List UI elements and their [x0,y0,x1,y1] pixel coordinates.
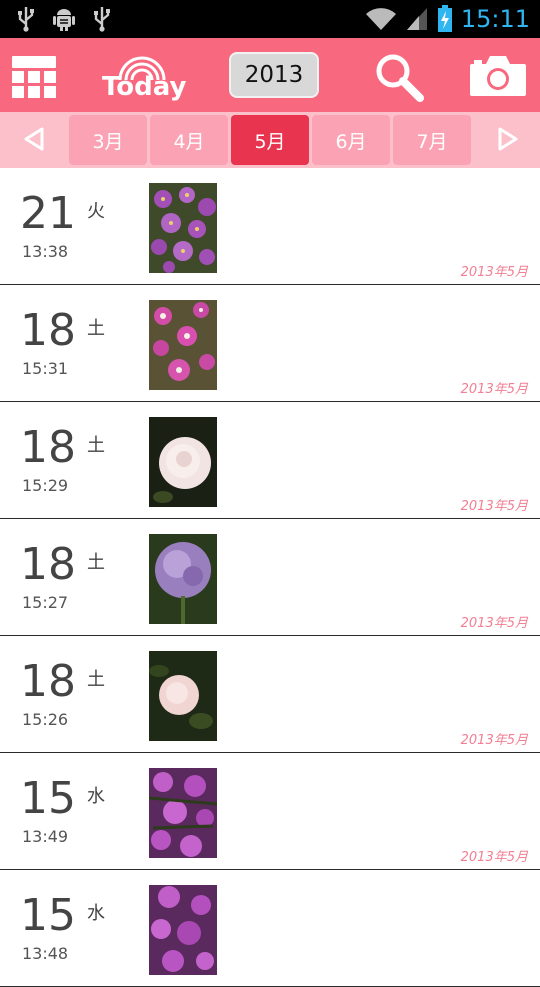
entry-time: 15:29 [22,476,69,495]
photo-thumbnail[interactable] [149,885,217,975]
list-item[interactable]: 15 13:49 水 2013年5月 [0,753,540,870]
month-tab[interactable]: 6月 [312,115,390,165]
month-tab[interactable]: 3月 [69,115,147,165]
entry-time: 13:49 [22,827,69,846]
photo-thumbnail[interactable] [149,300,217,390]
entry-time: 13:48 [22,944,69,963]
entry-weekday: 水 [87,903,105,924]
notification-icons [16,6,112,32]
entry-weekday: 火 [87,201,105,222]
entry-day: 15 [20,890,76,941]
action-bar: Today 2013 [0,38,540,112]
usb-icon [92,6,112,32]
month-tab-selected[interactable]: 5月 [231,115,309,165]
entry-year-month: 2013年5月 [460,616,528,631]
entry-year-month: 2013年5月 [460,499,528,514]
entry-day: 18 [20,539,76,590]
today-label: Today [102,72,187,102]
entry-year-month: 2013年5月 [460,382,528,397]
entry-year-month: 2013年5月 [460,850,528,865]
today-button[interactable]: Today [98,52,188,102]
entry-weekday: 水 [87,786,105,807]
month-strip: 3月 4月 5月 6月 7月 [0,112,540,168]
list-item[interactable]: 18 15:26 土 2013年5月 [0,636,540,753]
photo-thumbnail[interactable] [149,183,217,273]
photo-thumbnail[interactable] [149,651,217,741]
entry-time: 15:27 [22,593,69,612]
list-item[interactable]: 18 15:29 土 2013年5月 [0,402,540,519]
entry-day: 15 [20,773,76,824]
entry-day: 18 [20,656,76,707]
entry-time: 15:26 [22,710,69,729]
grid-menu-icon[interactable] [12,56,56,104]
search-icon[interactable] [374,52,424,106]
signal-icon [405,6,429,32]
photo-thumbnail[interactable] [149,768,217,858]
system-icons: 15:11 [365,0,530,38]
triangle-left-icon[interactable] [22,126,48,152]
list-item[interactable]: 18 15:31 土 2013年5月 [0,285,540,402]
entry-year-month: 2013年5月 [460,733,528,748]
entry-day: 21 [20,188,76,239]
clock: 15:11 [460,5,530,33]
list-item[interactable]: 21 13:38 火 2013年5月 [0,168,540,285]
entry-time: 15:31 [22,359,69,378]
camera-icon[interactable] [468,52,528,104]
usb-icon [16,6,36,32]
list-item[interactable]: 18 15:27 土 2013年5月 [0,519,540,636]
entry-weekday: 土 [87,669,105,690]
year-selector[interactable]: 2013 [229,52,319,98]
battery-charging-icon [437,5,453,33]
android-debug-icon [52,6,76,32]
list-item[interactable]: 15 13:48 水 [0,870,540,987]
entry-year-month: 2013年5月 [460,265,528,280]
entry-weekday: 土 [87,552,105,573]
entry-day: 18 [20,422,76,473]
photo-thumbnail[interactable] [149,534,217,624]
month-tab[interactable]: 4月 [150,115,228,165]
entry-day: 18 [20,305,76,356]
status-bar: 15:11 [0,0,540,38]
photo-list: 21 13:38 火 2013年5月 18 15:31 土 2013年5月 18… [0,168,540,987]
entry-weekday: 土 [87,318,105,339]
entry-weekday: 土 [87,435,105,456]
month-tab[interactable]: 7月 [393,115,471,165]
triangle-right-icon[interactable] [494,126,520,152]
wifi-icon [365,6,397,32]
entry-time: 13:38 [22,242,69,261]
photo-thumbnail[interactable] [149,417,217,507]
